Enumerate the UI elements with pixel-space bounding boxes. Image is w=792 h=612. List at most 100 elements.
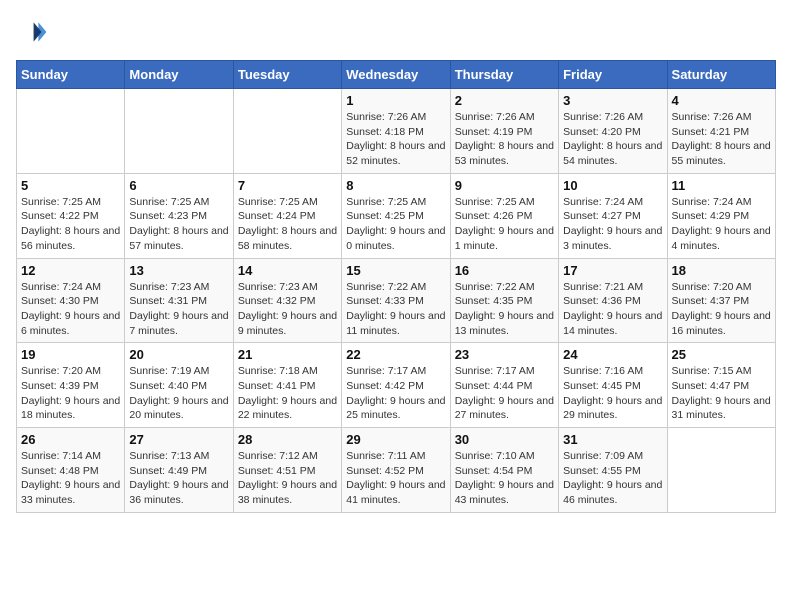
day-number: 13: [129, 263, 228, 278]
calendar-day-cell: 21 Sunrise: 7:18 AM Sunset: 4:41 PM Dayli…: [233, 343, 341, 428]
calendar-day-cell: 5 Sunrise: 7:25 AM Sunset: 4:22 PM Daylig…: [17, 173, 125, 258]
calendar-day-cell: 23 Sunrise: 7:17 AM Sunset: 4:44 PM Dayli…: [450, 343, 558, 428]
day-info: Sunrise: 7:24 AM Sunset: 4:27 PM Dayligh…: [563, 195, 662, 254]
day-header-friday: Friday: [559, 61, 667, 89]
calendar-day-cell: 15 Sunrise: 7:22 AM Sunset: 4:33 PM Dayli…: [342, 258, 450, 343]
day-header-tuesday: Tuesday: [233, 61, 341, 89]
calendar-day-cell: 25Sunrise: 7:15 AM Sunset: 4:47 PM Dayli…: [667, 343, 775, 428]
day-info: Sunrise: 7:10 AM Sunset: 4:54 PM Dayligh…: [455, 449, 554, 508]
calendar-day-cell: 18Sunrise: 7:20 AM Sunset: 4:37 PM Dayli…: [667, 258, 775, 343]
day-info: Sunrise: 7:23 AM Sunset: 4:31 PM Dayligh…: [129, 280, 228, 339]
day-info: Sunrise: 7:26 AM Sunset: 4:19 PM Dayligh…: [455, 110, 554, 169]
day-number: 17: [563, 263, 662, 278]
calendar-day-cell: 1 Sunrise: 7:26 AM Sunset: 4:18 PM Daylig…: [342, 89, 450, 174]
calendar-day-cell: [17, 89, 125, 174]
day-number: 14: [238, 263, 337, 278]
day-number: 16: [455, 263, 554, 278]
day-number: 2: [455, 93, 554, 108]
day-number: 15: [346, 263, 445, 278]
day-info: Sunrise: 7:20 AM Sunset: 4:39 PM Dayligh…: [21, 364, 120, 423]
logo-icon: [16, 16, 48, 48]
calendar-day-cell: 19Sunrise: 7:20 AM Sunset: 4:39 PM Dayli…: [17, 343, 125, 428]
day-info: Sunrise: 7:09 AM Sunset: 4:55 PM Dayligh…: [563, 449, 662, 508]
day-info: Sunrise: 7:22 AM Sunset: 4:33 PM Dayligh…: [346, 280, 445, 339]
day-number: 12: [21, 263, 120, 278]
calendar-table: SundayMondayTuesdayWednesdayThursdayFrid…: [16, 60, 776, 513]
day-info: Sunrise: 7:23 AM Sunset: 4:32 PM Dayligh…: [238, 280, 337, 339]
day-info: Sunrise: 7:12 AM Sunset: 4:51 PM Dayligh…: [238, 449, 337, 508]
day-info: Sunrise: 7:24 AM Sunset: 4:29 PM Dayligh…: [672, 195, 771, 254]
day-info: Sunrise: 7:24 AM Sunset: 4:30 PM Dayligh…: [21, 280, 120, 339]
day-header-wednesday: Wednesday: [342, 61, 450, 89]
day-number: 4: [672, 93, 771, 108]
day-number: 30: [455, 432, 554, 447]
day-number: 20: [129, 347, 228, 362]
day-info: Sunrise: 7:25 AM Sunset: 4:24 PM Dayligh…: [238, 195, 337, 254]
calendar-day-cell: 10 Sunrise: 7:24 AM Sunset: 4:27 PM Dayli…: [559, 173, 667, 258]
day-number: 22: [346, 347, 445, 362]
day-info: Sunrise: 7:25 AM Sunset: 4:25 PM Dayligh…: [346, 195, 445, 254]
day-number: 25: [672, 347, 771, 362]
calendar-header-row: SundayMondayTuesdayWednesdayThursdayFrid…: [17, 61, 776, 89]
day-info: Sunrise: 7:26 AM Sunset: 4:20 PM Dayligh…: [563, 110, 662, 169]
day-info: Sunrise: 7:21 AM Sunset: 4:36 PM Dayligh…: [563, 280, 662, 339]
day-number: 10: [563, 178, 662, 193]
day-info: Sunrise: 7:17 AM Sunset: 4:42 PM Dayligh…: [346, 364, 445, 423]
day-info: Sunrise: 7:14 AM Sunset: 4:48 PM Dayligh…: [21, 449, 120, 508]
calendar-day-cell: [233, 89, 341, 174]
day-number: 27: [129, 432, 228, 447]
day-number: 6: [129, 178, 228, 193]
calendar-day-cell: 26 Sunrise: 7:14 AM Sunset: 4:48 PM Dayli…: [17, 428, 125, 513]
day-info: Sunrise: 7:25 AM Sunset: 4:26 PM Dayligh…: [455, 195, 554, 254]
day-header-sunday: Sunday: [17, 61, 125, 89]
calendar-day-cell: 12 Sunrise: 7:24 AM Sunset: 4:30 PM Dayli…: [17, 258, 125, 343]
calendar-day-cell: 7Sunrise: 7:25 AM Sunset: 4:24 PM Daylig…: [233, 173, 341, 258]
calendar-day-cell: 8 Sunrise: 7:25 AM Sunset: 4:25 PM Daylig…: [342, 173, 450, 258]
day-info: Sunrise: 7:26 AM Sunset: 4:18 PM Dayligh…: [346, 110, 445, 169]
day-info: Sunrise: 7:16 AM Sunset: 4:45 PM Dayligh…: [563, 364, 662, 423]
day-number: 23: [455, 347, 554, 362]
calendar-day-cell: [125, 89, 233, 174]
calendar-day-cell: 27Sunrise: 7:13 AM Sunset: 4:49 PM Dayli…: [125, 428, 233, 513]
day-info: Sunrise: 7:19 AM Sunset: 4:40 PM Dayligh…: [129, 364, 228, 423]
day-number: 21: [238, 347, 337, 362]
day-number: 8: [346, 178, 445, 193]
day-number: 26: [21, 432, 120, 447]
calendar-day-cell: 17 Sunrise: 7:21 AM Sunset: 4:36 PM Dayli…: [559, 258, 667, 343]
day-number: 29: [346, 432, 445, 447]
day-header-monday: Monday: [125, 61, 233, 89]
page-header: [16, 16, 776, 48]
calendar-day-cell: 9Sunrise: 7:25 AM Sunset: 4:26 PM Daylig…: [450, 173, 558, 258]
calendar-day-cell: 16Sunrise: 7:22 AM Sunset: 4:35 PM Dayli…: [450, 258, 558, 343]
day-info: Sunrise: 7:25 AM Sunset: 4:22 PM Dayligh…: [21, 195, 120, 254]
calendar-day-cell: 3 Sunrise: 7:26 AM Sunset: 4:20 PM Daylig…: [559, 89, 667, 174]
day-info: Sunrise: 7:26 AM Sunset: 4:21 PM Dayligh…: [672, 110, 771, 169]
calendar-day-cell: 6 Sunrise: 7:25 AM Sunset: 4:23 PM Daylig…: [125, 173, 233, 258]
calendar-day-cell: 31 Sunrise: 7:09 AM Sunset: 4:55 PM Dayli…: [559, 428, 667, 513]
day-info: Sunrise: 7:11 AM Sunset: 4:52 PM Dayligh…: [346, 449, 445, 508]
day-number: 1: [346, 93, 445, 108]
calendar-day-cell: 4 Sunrise: 7:26 AM Sunset: 4:21 PM Daylig…: [667, 89, 775, 174]
logo: [16, 16, 52, 48]
calendar-day-cell: 20 Sunrise: 7:19 AM Sunset: 4:40 PM Dayli…: [125, 343, 233, 428]
day-info: Sunrise: 7:18 AM Sunset: 4:41 PM Dayligh…: [238, 364, 337, 423]
calendar-week-row: 5 Sunrise: 7:25 AM Sunset: 4:22 PM Daylig…: [17, 173, 776, 258]
day-header-thursday: Thursday: [450, 61, 558, 89]
day-info: Sunrise: 7:25 AM Sunset: 4:23 PM Dayligh…: [129, 195, 228, 254]
calendar-day-cell: 14 Sunrise: 7:23 AM Sunset: 4:32 PM Dayli…: [233, 258, 341, 343]
calendar-week-row: 26 Sunrise: 7:14 AM Sunset: 4:48 PM Dayli…: [17, 428, 776, 513]
day-number: 5: [21, 178, 120, 193]
calendar-day-cell: 2 Sunrise: 7:26 AM Sunset: 4:19 PM Daylig…: [450, 89, 558, 174]
day-number: 3: [563, 93, 662, 108]
day-number: 31: [563, 432, 662, 447]
day-info: Sunrise: 7:17 AM Sunset: 4:44 PM Dayligh…: [455, 364, 554, 423]
calendar-week-row: 1 Sunrise: 7:26 AM Sunset: 4:18 PM Daylig…: [17, 89, 776, 174]
day-number: 11: [672, 178, 771, 193]
calendar-day-cell: 28 Sunrise: 7:12 AM Sunset: 4:51 PM Dayli…: [233, 428, 341, 513]
calendar-day-cell: 24 Sunrise: 7:16 AM Sunset: 4:45 PM Dayli…: [559, 343, 667, 428]
day-number: 24: [563, 347, 662, 362]
calendar-day-cell: 11 Sunrise: 7:24 AM Sunset: 4:29 PM Dayli…: [667, 173, 775, 258]
calendar-week-row: 12 Sunrise: 7:24 AM Sunset: 4:30 PM Dayli…: [17, 258, 776, 343]
day-header-saturday: Saturday: [667, 61, 775, 89]
day-number: 28: [238, 432, 337, 447]
